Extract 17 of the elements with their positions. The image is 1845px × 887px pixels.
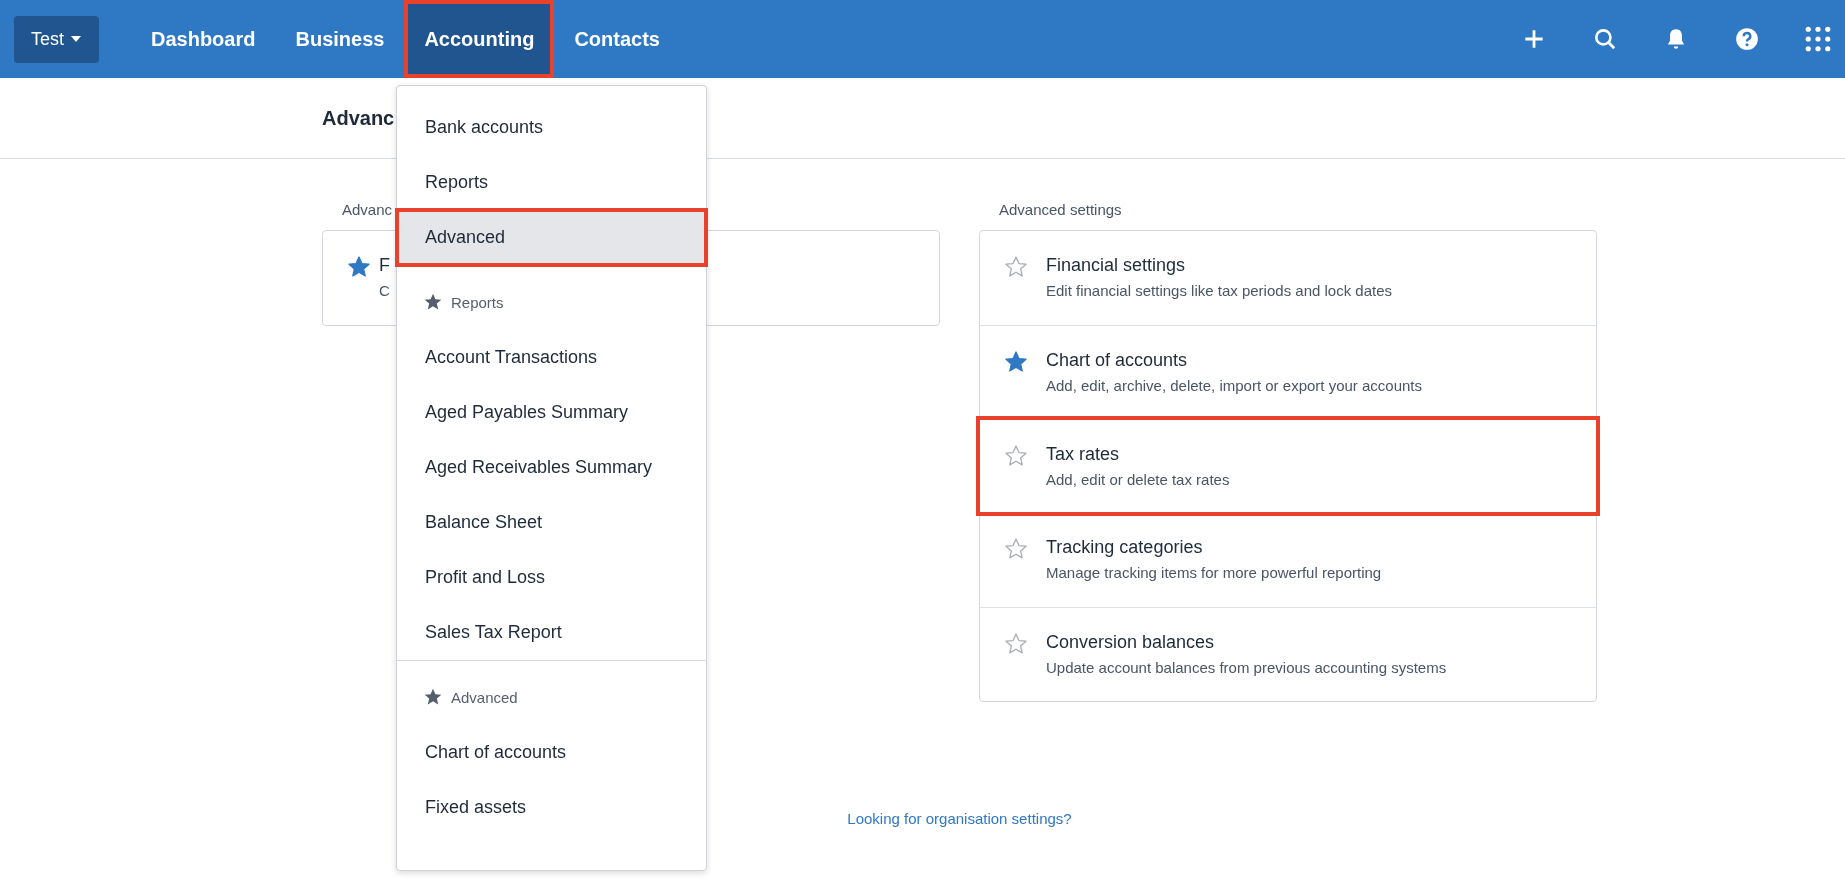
menu-group-header: Reports (451, 293, 504, 311)
section-label: Advanc (342, 201, 393, 218)
setting-title: Tracking categories (1046, 537, 1204, 558)
setting-description: Edit financial settings like tax periods and lock dates (1046, 282, 1393, 299)
setting-title: Tax rates (1046, 444, 1121, 465)
setting-title: Chart of accounts (1046, 350, 1189, 371)
setting-description: Add, edit or delete tax rates (1046, 471, 1230, 488)
setting-title: Financial settings (1046, 255, 1187, 276)
page-title: Advanc (322, 106, 395, 130)
setting-title: Conversion balances (1046, 632, 1216, 653)
setting-title: F (379, 255, 390, 276)
section-label: Advanced settings (999, 201, 1122, 218)
setting-description: Manage tracking items for more powerful reporting (1046, 564, 1382, 581)
setting-description: Update account balances from previous accounting systems (1046, 659, 1447, 676)
setting-description: Add, edit, archive, delete, import or export your accounts (1046, 377, 1423, 394)
menu-group-header: Advanced (451, 688, 518, 706)
setting-description: C (379, 282, 390, 299)
